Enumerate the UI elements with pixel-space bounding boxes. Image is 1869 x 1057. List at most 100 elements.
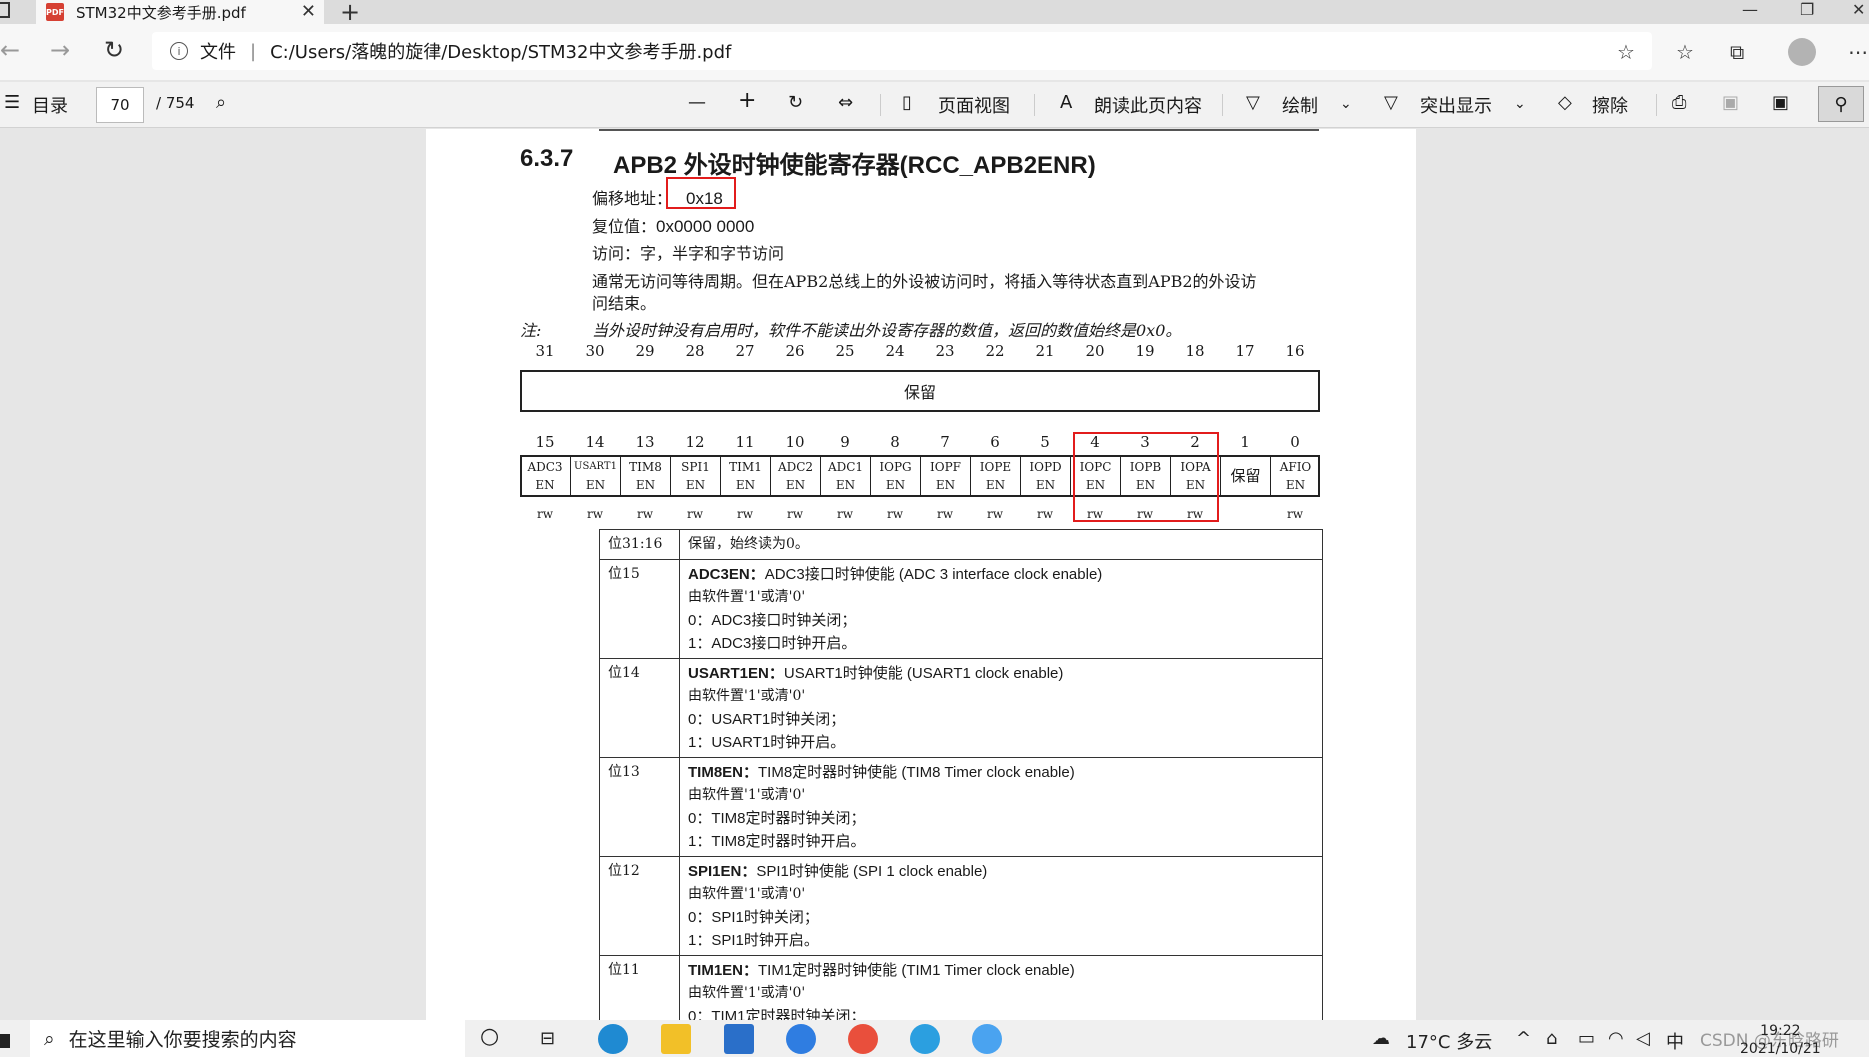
- page-view-icon[interactable]: ▯: [902, 92, 912, 113]
- description-cell: SPI1EN：SPI1时钟使能 (SPI 1 clock enable) 由软件置…: [679, 856, 1323, 956]
- info-icon[interactable]: i: [170, 42, 188, 60]
- read-aloud-icon[interactable]: A: [1060, 92, 1072, 113]
- file-explorer-icon[interactable]: [661, 1024, 691, 1054]
- description-line: 0：TIM1定时器时钟关闭；: [688, 1008, 866, 1020]
- pin-toolbar-button[interactable]: ⚲: [1818, 86, 1864, 122]
- restore-icon[interactable]: ❐: [1800, 0, 1814, 19]
- toc-icon[interactable]: ☰: [4, 92, 20, 113]
- highlight-dropdown-icon[interactable]: ⌄: [1514, 96, 1526, 112]
- eraser-icon[interactable]: ◇: [1558, 92, 1572, 113]
- page-view-button[interactable]: 页面视图: [938, 92, 1010, 118]
- url-field[interactable]: i 文件 | C:/Users/落魄的旋律/Desktop/STM32中文参考手…: [152, 32, 1652, 70]
- reset-label: 复位值：: [592, 217, 657, 236]
- register-field-name: ADC3: [527, 460, 563, 474]
- bit-range-cell: 位11: [599, 955, 680, 1020]
- forward-icon[interactable]: →: [50, 36, 70, 64]
- bit-range-cell: 位13: [599, 757, 680, 857]
- description-line: 0：USART1时钟关闭；: [688, 711, 846, 728]
- more-icon[interactable]: ⋯: [1848, 40, 1868, 64]
- register-field: IOPF EN: [920, 455, 970, 497]
- fit-page-icon[interactable]: ⇔: [838, 92, 853, 113]
- system-clock[interactable]: 19:22 2021/10/21: [1740, 1022, 1821, 1057]
- tab-strip: PDF STM32中文参考手册.pdf ✕ + — ❐ ✕: [0, 0, 1869, 26]
- description-cell: ADC3EN：ADC3接口时钟使能 (ADC 3 interface clock…: [679, 559, 1323, 659]
- task-view-icon[interactable]: ⊟: [540, 1028, 555, 1049]
- mail-app-icon[interactable]: [724, 1024, 754, 1054]
- close-window-icon[interactable]: ✕: [1852, 0, 1865, 19]
- rotate-icon[interactable]: ↻: [788, 92, 803, 113]
- bit-description-table: 位31:16 保留，始终读为0。 位15 ADC3EN：ADC3接口时钟使能 (ADC…: [599, 529, 1323, 1020]
- register-bit-desc: ADC3接口时钟使能 (ADC 3 interface clock enable…: [764, 566, 1103, 583]
- highlight-icon[interactable]: ▽: [1384, 92, 1398, 113]
- search-icon[interactable]: ⌕: [216, 92, 226, 113]
- offset-label: 偏移地址：: [592, 189, 673, 208]
- back-icon[interactable]: ←: [0, 36, 20, 64]
- ime-icon[interactable]: 中: [1666, 1028, 1684, 1054]
- pdf-page: 6.3.7 APB2 外设时钟使能寄存器(RCC_APB2ENR) 偏移地址： 0…: [426, 129, 1416, 1020]
- iop-highlight-box: [1073, 432, 1219, 522]
- bit-number: 15: [535, 433, 555, 451]
- battery-icon[interactable]: ▭: [1578, 1028, 1595, 1049]
- start-icon[interactable]: [0, 1034, 10, 1048]
- taskbar-search[interactable]: ⌕ 在这里输入你要搜索的内容: [30, 1020, 465, 1057]
- access-type: rw: [1036, 507, 1053, 521]
- edge-app-icon[interactable]: [598, 1024, 628, 1054]
- access-type: rw: [636, 507, 653, 521]
- toolbar-divider: [1034, 94, 1035, 116]
- notes-app-icon[interactable]: [972, 1024, 1002, 1054]
- network-icon[interactable]: ⌂: [1546, 1028, 1557, 1049]
- save-icon[interactable]: ▣: [1722, 92, 1739, 113]
- pdf-icon: PDF: [46, 3, 64, 21]
- sidebar-toggle-icon[interactable]: [0, 2, 10, 18]
- chrome-app-icon[interactable]: [848, 1024, 878, 1054]
- draw-button[interactable]: 绘制: [1282, 92, 1318, 118]
- description-cell: 保留，始终读为0。: [679, 529, 1323, 560]
- chat-app-icon[interactable]: [910, 1024, 940, 1054]
- new-tab-icon[interactable]: +: [340, 0, 360, 26]
- highlight-button[interactable]: 突出显示: [1420, 92, 1492, 118]
- description-title: TIM1EN：TIM1定时器时钟使能 (TIM1 Timer clock ena…: [688, 959, 1314, 982]
- tray-chevron-icon[interactable]: ^: [1516, 1028, 1531, 1049]
- avatar[interactable]: [1788, 38, 1816, 66]
- description-line: 由软件置'1'或清'0': [688, 787, 806, 803]
- taskbar-search-placeholder: 在这里输入你要搜索的内容: [68, 1029, 297, 1051]
- register-bit-name: SPI1EN：: [688, 863, 757, 880]
- page-number-input[interactable]: 70: [96, 87, 144, 123]
- print-icon[interactable]: ⎙: [1672, 92, 1686, 113]
- register-field-suffix: EN: [735, 478, 756, 492]
- erase-button[interactable]: 擦除: [1592, 92, 1628, 118]
- note-label: 注:: [520, 321, 542, 340]
- toc-button[interactable]: 目录: [32, 92, 68, 118]
- zoom-out-icon[interactable]: —: [688, 92, 706, 113]
- favorite-add-icon[interactable]: ☆: [1617, 40, 1635, 64]
- register-field-name: USART1: [574, 461, 617, 472]
- save-as-icon[interactable]: ▣: [1772, 92, 1789, 113]
- offset-highlight-box: [666, 177, 736, 209]
- register-field-suffix: EN: [835, 478, 856, 492]
- tab-pdf[interactable]: PDF STM32中文参考手册.pdf ✕: [36, 0, 324, 24]
- zoom-in-icon[interactable]: +: [738, 88, 756, 113]
- minimize-icon[interactable]: —: [1742, 0, 1758, 19]
- weather-icon[interactable]: ☁: [1372, 1028, 1390, 1049]
- access-type: rw: [836, 507, 853, 521]
- draw-icon[interactable]: ▽: [1246, 92, 1260, 113]
- clock-app-icon[interactable]: [786, 1024, 816, 1054]
- refresh-icon[interactable]: ↻: [104, 36, 124, 64]
- volume-icon[interactable]: ◁: [1636, 1028, 1650, 1049]
- bit-number: 28: [685, 342, 705, 360]
- bit-number: 31: [535, 342, 555, 360]
- favorites-icon[interactable]: ☆: [1676, 40, 1694, 64]
- close-tab-icon[interactable]: ✕: [301, 1, 316, 22]
- pin-icon: ⚲: [1834, 93, 1848, 115]
- cortana-icon[interactable]: ○: [480, 1024, 499, 1049]
- weather-text[interactable]: 17°C 多云: [1406, 1028, 1492, 1054]
- wifi-icon[interactable]: ◠: [1608, 1028, 1624, 1049]
- access-type: rw: [1286, 507, 1303, 521]
- read-aloud-button[interactable]: 朗读此页内容: [1094, 92, 1202, 118]
- collections-icon[interactable]: ⧉: [1730, 40, 1744, 64]
- draw-dropdown-icon[interactable]: ⌄: [1340, 96, 1352, 112]
- register-field-suffix: EN: [585, 478, 606, 492]
- description-line: 1：USART1时钟开启。: [688, 734, 846, 751]
- table-row: 位13 TIM8EN：TIM8定时器时钟使能 (TIM8 Timer clock …: [599, 757, 1323, 857]
- register-field: IOPG EN: [870, 455, 920, 497]
